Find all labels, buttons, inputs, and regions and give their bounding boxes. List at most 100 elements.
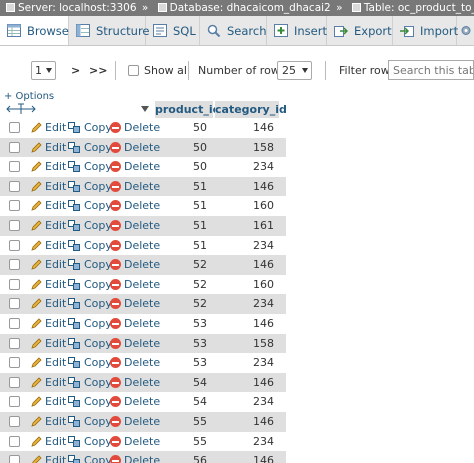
edit-button[interactable]: Edit bbox=[31, 177, 66, 196]
copy-button[interactable]: Copy bbox=[68, 451, 112, 463]
delete-button[interactable]: Delete bbox=[110, 353, 160, 372]
column-header-category-id[interactable]: category_id bbox=[215, 101, 287, 118]
edit-button[interactable]: Edit bbox=[31, 236, 66, 255]
row-checkbox[interactable] bbox=[9, 455, 20, 463]
edit-button[interactable]: Edit bbox=[31, 353, 66, 372]
cell-category-id: 234 bbox=[253, 297, 274, 311]
delete-button[interactable]: Delete bbox=[110, 157, 160, 176]
edit-button[interactable]: Edit bbox=[31, 294, 66, 313]
tab-sql[interactable]: SQL bbox=[146, 16, 200, 45]
row-checkbox[interactable] bbox=[9, 180, 20, 192]
row-checkbox[interactable] bbox=[9, 298, 20, 310]
rows-per-page-select[interactable]: 25 bbox=[277, 61, 312, 80]
copy-button[interactable]: Copy bbox=[68, 157, 112, 176]
edit-button[interactable]: Edit bbox=[31, 412, 66, 431]
edit-button[interactable]: Edit bbox=[31, 275, 66, 294]
delete-button[interactable]: Delete bbox=[110, 373, 160, 392]
delete-button[interactable]: Delete bbox=[110, 216, 160, 235]
copy-button[interactable]: Copy bbox=[68, 294, 112, 313]
edit-button[interactable]: Edit bbox=[31, 314, 66, 333]
copy-button[interactable]: Copy bbox=[68, 412, 112, 431]
delete-button[interactable]: Delete bbox=[110, 236, 160, 255]
row-checkbox[interactable] bbox=[9, 200, 20, 212]
row-checkbox[interactable] bbox=[9, 219, 20, 231]
edit-button[interactable]: Edit bbox=[31, 196, 66, 215]
copy-button[interactable]: Copy bbox=[68, 373, 112, 392]
copy-button[interactable]: Copy bbox=[68, 236, 112, 255]
sort-arrow-icon[interactable] bbox=[141, 106, 149, 112]
tab-search[interactable]: Search bbox=[200, 16, 267, 45]
copy-button[interactable]: Copy bbox=[68, 353, 112, 372]
column-header-product-id[interactable]: product_id bbox=[155, 101, 220, 118]
breadcrumb-server[interactable]: Server: localhost:3306 bbox=[18, 0, 137, 16]
tab-structure[interactable]: Structure bbox=[69, 16, 150, 45]
delete-button[interactable]: Delete bbox=[110, 118, 160, 137]
cell-product-id: 53 bbox=[193, 356, 207, 370]
row-checkbox[interactable] bbox=[9, 435, 20, 447]
row-checkbox[interactable] bbox=[9, 278, 20, 290]
copy-button[interactable]: Copy bbox=[68, 432, 112, 451]
delete-button[interactable]: Delete bbox=[110, 138, 160, 157]
copy-button[interactable]: Copy bbox=[68, 196, 112, 215]
delete-button[interactable]: Delete bbox=[110, 451, 160, 463]
next-page-button[interactable]: > bbox=[71, 61, 80, 80]
delete-button[interactable]: Delete bbox=[110, 177, 160, 196]
delete-button[interactable]: Delete bbox=[110, 255, 160, 274]
tab-more[interactable] bbox=[457, 16, 474, 45]
row-checkbox[interactable] bbox=[9, 415, 20, 427]
show-all-checkbox[interactable] bbox=[128, 65, 139, 76]
delete-button[interactable]: Delete bbox=[110, 432, 160, 451]
row-checkbox[interactable] bbox=[9, 122, 20, 133]
cell-product-id: 51 bbox=[193, 238, 207, 252]
edit-button[interactable]: Edit bbox=[31, 118, 66, 137]
row-checkbox[interactable] bbox=[9, 337, 20, 349]
edit-label: Edit bbox=[45, 179, 67, 193]
copy-button[interactable]: Copy bbox=[68, 255, 112, 274]
delete-button[interactable]: Delete bbox=[110, 392, 160, 411]
delete-button[interactable]: Delete bbox=[110, 412, 160, 431]
delete-button[interactable]: Delete bbox=[110, 275, 160, 294]
copy-button[interactable]: Copy bbox=[68, 334, 112, 353]
breadcrumb-database[interactable]: Database: dhacaicom_dhacai2 bbox=[170, 0, 331, 16]
delete-button[interactable]: Delete bbox=[110, 196, 160, 215]
edit-button[interactable]: Edit bbox=[31, 392, 66, 411]
edit-button[interactable]: Edit bbox=[31, 373, 66, 392]
row-checkbox[interactable] bbox=[9, 239, 20, 251]
edit-button[interactable]: Edit bbox=[31, 255, 66, 274]
edit-button[interactable]: Edit bbox=[31, 157, 66, 176]
row-checkbox[interactable] bbox=[9, 317, 20, 329]
edit-button[interactable]: Edit bbox=[31, 334, 66, 353]
divider bbox=[115, 61, 116, 80]
tab-insert[interactable]: Insert bbox=[267, 16, 327, 45]
delete-button[interactable]: Delete bbox=[110, 294, 160, 313]
last-page-button[interactable]: >> bbox=[89, 61, 107, 80]
copy-button[interactable]: Copy bbox=[68, 118, 112, 137]
copy-button[interactable]: Copy bbox=[68, 216, 112, 235]
copy-button[interactable]: Copy bbox=[68, 275, 112, 294]
copy-button[interactable]: Copy bbox=[68, 392, 112, 411]
row-checkbox[interactable] bbox=[9, 376, 20, 388]
copy-button[interactable]: Copy bbox=[68, 177, 112, 196]
row-checkbox[interactable] bbox=[9, 357, 20, 369]
copy-button[interactable]: Copy bbox=[68, 314, 112, 333]
row-checkbox[interactable] bbox=[9, 161, 20, 173]
edit-button[interactable]: Edit bbox=[31, 432, 66, 451]
delete-button[interactable]: Delete bbox=[110, 314, 160, 333]
tab-import[interactable]: Import bbox=[393, 16, 458, 45]
row-checkbox[interactable] bbox=[9, 396, 20, 408]
edit-button[interactable]: Edit bbox=[31, 138, 66, 157]
breadcrumb-table[interactable]: Table: oc_product_to_category bbox=[364, 0, 474, 16]
pencil-icon bbox=[31, 279, 42, 290]
edit-button[interactable]: Edit bbox=[31, 451, 66, 463]
edit-button[interactable]: Edit bbox=[31, 216, 66, 235]
copy-button[interactable]: Copy bbox=[68, 138, 112, 157]
page-select[interactable]: 1 bbox=[31, 61, 56, 80]
tab-browse[interactable]: Browse bbox=[0, 16, 69, 45]
filter-rows-input[interactable] bbox=[388, 60, 474, 80]
row-checkbox[interactable] bbox=[9, 259, 20, 271]
column-resize-icon[interactable] bbox=[6, 103, 36, 115]
pencil-icon bbox=[31, 337, 42, 349]
row-checkbox[interactable] bbox=[9, 141, 20, 153]
tab-export[interactable]: Export bbox=[327, 16, 393, 45]
delete-button[interactable]: Delete bbox=[110, 334, 160, 353]
